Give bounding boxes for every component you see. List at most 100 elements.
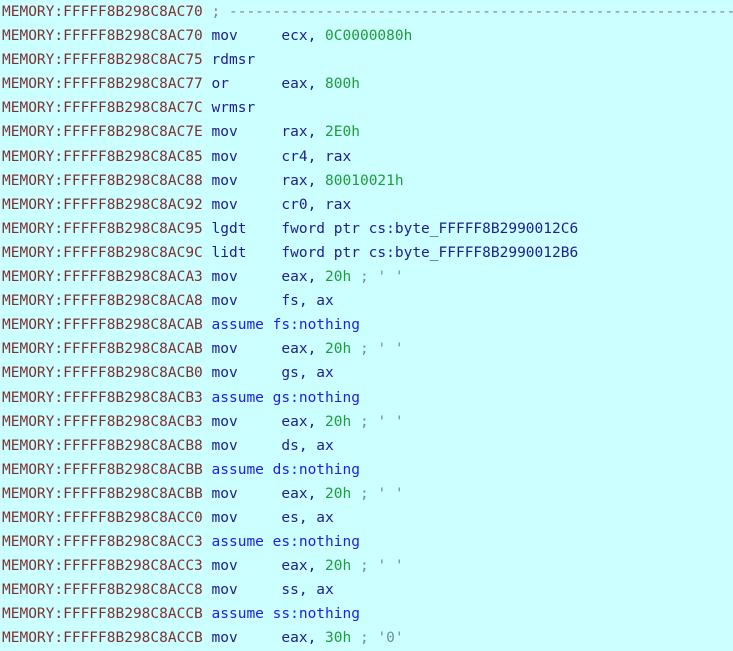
line-address: MEMORY:FFFFF8B298C8ACC0 (2, 509, 203, 526)
line-address: MEMORY:FFFFF8B298C8ACB3 (2, 413, 203, 430)
mnemonic-padding (238, 124, 282, 140)
disassembly-line[interactable]: MEMORY:FFFFF8B298C8ACAB assume fs:nothin… (0, 313, 733, 337)
instruction-mnemonic[interactable]: mov (212, 341, 238, 357)
instruction-mnemonic[interactable]: rdmsr (212, 52, 256, 68)
numeric-constant[interactable]: 800h (325, 76, 360, 92)
assume-target: fs:nothing (263, 317, 360, 334)
mnemonic-padding (238, 293, 282, 309)
instruction-mnemonic[interactable]: mov (212, 293, 238, 309)
instruction-operand[interactable]: eax, (281, 558, 325, 574)
numeric-constant[interactable]: 20h (325, 269, 351, 285)
disassembly-line[interactable]: MEMORY:FFFFF8B298C8ACC3 mov eax, 20h ; '… (0, 554, 733, 578)
instruction-operand[interactable]: fword ptr cs:byte_FFFFF8B2990012B6 (281, 245, 578, 261)
disassembly-line[interactable]: MEMORY:FFFFF8B298C8AC7E mov rax, 2E0h (0, 120, 733, 144)
address-gap (203, 558, 212, 574)
address-gap (203, 510, 212, 526)
address-gap (203, 317, 212, 333)
address-gap (203, 365, 212, 381)
disassembly-line[interactable]: MEMORY:FFFFF8B298C8ACC3 assume es:nothin… (0, 530, 733, 554)
instruction-operand[interactable]: eax, (281, 630, 325, 646)
mnemonic-padding (238, 149, 282, 165)
disassembly-line[interactable]: MEMORY:FFFFF8B298C8AC92 mov cr0, rax (0, 193, 733, 217)
instruction-operand[interactable]: rax, (281, 124, 325, 140)
instruction-mnemonic[interactable]: mov (212, 414, 238, 430)
line-address: MEMORY:FFFFF8B298C8ACB8 (2, 437, 203, 454)
instruction-operand[interactable]: eax, (281, 414, 325, 430)
disassembly-line[interactable]: MEMORY:FFFFF8B298C8ACBB assume ds:nothin… (0, 458, 733, 482)
line-address: MEMORY:FFFFF8B298C8ACCB (2, 630, 203, 647)
numeric-constant[interactable]: 30h (325, 630, 351, 646)
mnemonic-padding (238, 582, 282, 598)
instruction-operand[interactable]: eax, (281, 341, 325, 357)
instruction-mnemonic[interactable]: mov (212, 365, 238, 381)
instruction-mnemonic[interactable]: mov (212, 28, 238, 44)
disassembly-line[interactable]: MEMORY:FFFFF8B298C8AC70 mov ecx, 0C00000… (0, 24, 733, 48)
disassembly-line[interactable]: MEMORY:FFFFF8B298C8ACB0 mov gs, ax (0, 361, 733, 385)
instruction-mnemonic[interactable]: mov (212, 173, 238, 189)
line-address: MEMORY:FFFFF8B298C8ACAB (2, 317, 203, 334)
numeric-constant[interactable]: 20h (325, 486, 351, 502)
address-gap (203, 630, 212, 646)
instruction-operand[interactable]: fs, ax (281, 293, 333, 309)
disassembly-line[interactable]: MEMORY:FFFFF8B298C8ACA8 mov fs, ax (0, 289, 733, 313)
instruction-mnemonic[interactable]: mov (212, 269, 238, 285)
instruction-operand[interactable]: rax, (281, 173, 325, 189)
instruction-mnemonic[interactable]: mov (212, 438, 238, 454)
assume-target: es:nothing (263, 534, 360, 551)
mnemonic-padding (238, 558, 282, 574)
instruction-operand[interactable]: cr0, rax (281, 197, 351, 213)
instruction-operand[interactable]: eax, (281, 486, 325, 502)
instruction-mnemonic[interactable]: mov (212, 582, 238, 598)
instruction-mnemonic[interactable]: mov (212, 510, 238, 526)
line-address: MEMORY:FFFFF8B298C8ACC8 (2, 582, 203, 599)
instruction-operand[interactable]: gs, ax (281, 365, 333, 381)
disassembly-line[interactable]: MEMORY:FFFFF8B298C8AC70 ; --------------… (0, 0, 733, 24)
disassembly-line[interactable]: MEMORY:FFFFF8B298C8ACA3 mov eax, 20h ; '… (0, 265, 733, 289)
disassembly-line[interactable]: MEMORY:FFFFF8B298C8AC9C lidt fword ptr c… (0, 241, 733, 265)
instruction-mnemonic[interactable]: wrmsr (212, 100, 256, 116)
instruction-mnemonic[interactable]: mov (212, 197, 238, 213)
instruction-mnemonic[interactable]: mov (212, 124, 238, 140)
disassembly-line[interactable]: MEMORY:FFFFF8B298C8ACCB mov eax, 30h ; '… (0, 626, 733, 650)
instruction-mnemonic[interactable]: or (212, 76, 229, 92)
instruction-operand[interactable]: ss, ax (281, 582, 333, 598)
instruction-operand[interactable]: ecx, (281, 28, 325, 44)
disassembly-line[interactable]: MEMORY:FFFFF8B298C8ACBB mov eax, 20h ; '… (0, 482, 733, 506)
instruction-mnemonic[interactable]: lidt (212, 245, 247, 261)
disassembly-line[interactable]: MEMORY:FFFFF8B298C8AC7C wrmsr (0, 96, 733, 120)
instruction-operand[interactable]: cr4, rax (281, 149, 351, 165)
instruction-mnemonic[interactable]: mov (212, 630, 238, 646)
numeric-constant[interactable]: 0C0000080h (325, 28, 412, 44)
disassembly-line[interactable]: MEMORY:FFFFF8B298C8ACAB mov eax, 20h ; '… (0, 337, 733, 361)
instruction-mnemonic[interactable]: mov (212, 149, 238, 165)
disassembly-line[interactable]: MEMORY:FFFFF8B298C8ACB3 mov eax, 20h ; '… (0, 410, 733, 434)
instruction-mnemonic[interactable]: lgdt (212, 221, 247, 237)
instruction-operand[interactable]: eax, (281, 269, 325, 285)
disassembly-line[interactable]: MEMORY:FFFFF8B298C8ACCB assume ss:nothin… (0, 602, 733, 626)
disassembly-line[interactable]: MEMORY:FFFFF8B298C8ACB3 assume gs:nothin… (0, 386, 733, 410)
numeric-constant[interactable]: 20h (325, 558, 351, 574)
disassembly-line[interactable]: MEMORY:FFFFF8B298C8AC95 lgdt fword ptr c… (0, 217, 733, 241)
address-gap (203, 486, 212, 502)
line-address: MEMORY:FFFFF8B298C8ACBB (2, 485, 203, 502)
numeric-constant[interactable]: 20h (325, 341, 351, 357)
instruction-operand[interactable]: eax, (281, 76, 325, 92)
disassembly-line[interactable]: MEMORY:FFFFF8B298C8AC85 mov cr4, rax (0, 145, 733, 169)
numeric-constant[interactable]: 2E0h (325, 124, 360, 140)
numeric-constant[interactable]: 80010021h (325, 173, 404, 189)
numeric-constant[interactable]: 20h (325, 414, 351, 430)
instruction-mnemonic[interactable]: mov (212, 558, 238, 574)
line-address: MEMORY:FFFFF8B298C8ACC3 (2, 534, 203, 551)
disassembly-line[interactable]: MEMORY:FFFFF8B298C8AC77 or eax, 800h (0, 72, 733, 96)
disassembly-line[interactable]: MEMORY:FFFFF8B298C8ACC0 mov es, ax (0, 506, 733, 530)
instruction-mnemonic[interactable]: mov (212, 486, 238, 502)
disassembly-view[interactable]: MEMORY:FFFFF8B298C8AC70 ; --------------… (0, 0, 733, 651)
assume-directive: assume (211, 317, 264, 334)
instruction-operand[interactable]: es, ax (281, 510, 333, 526)
disassembly-line[interactable]: MEMORY:FFFFF8B298C8AC75 rdmsr (0, 48, 733, 72)
instruction-operand[interactable]: fword ptr cs:byte_FFFFF8B2990012C6 (281, 221, 578, 237)
disassembly-line[interactable]: MEMORY:FFFFF8B298C8ACC8 mov ss, ax (0, 578, 733, 602)
disassembly-line[interactable]: MEMORY:FFFFF8B298C8ACB8 mov ds, ax (0, 434, 733, 458)
instruction-operand[interactable]: ds, ax (281, 438, 333, 454)
disassembly-line[interactable]: MEMORY:FFFFF8B298C8AC88 mov rax, 8001002… (0, 169, 733, 193)
